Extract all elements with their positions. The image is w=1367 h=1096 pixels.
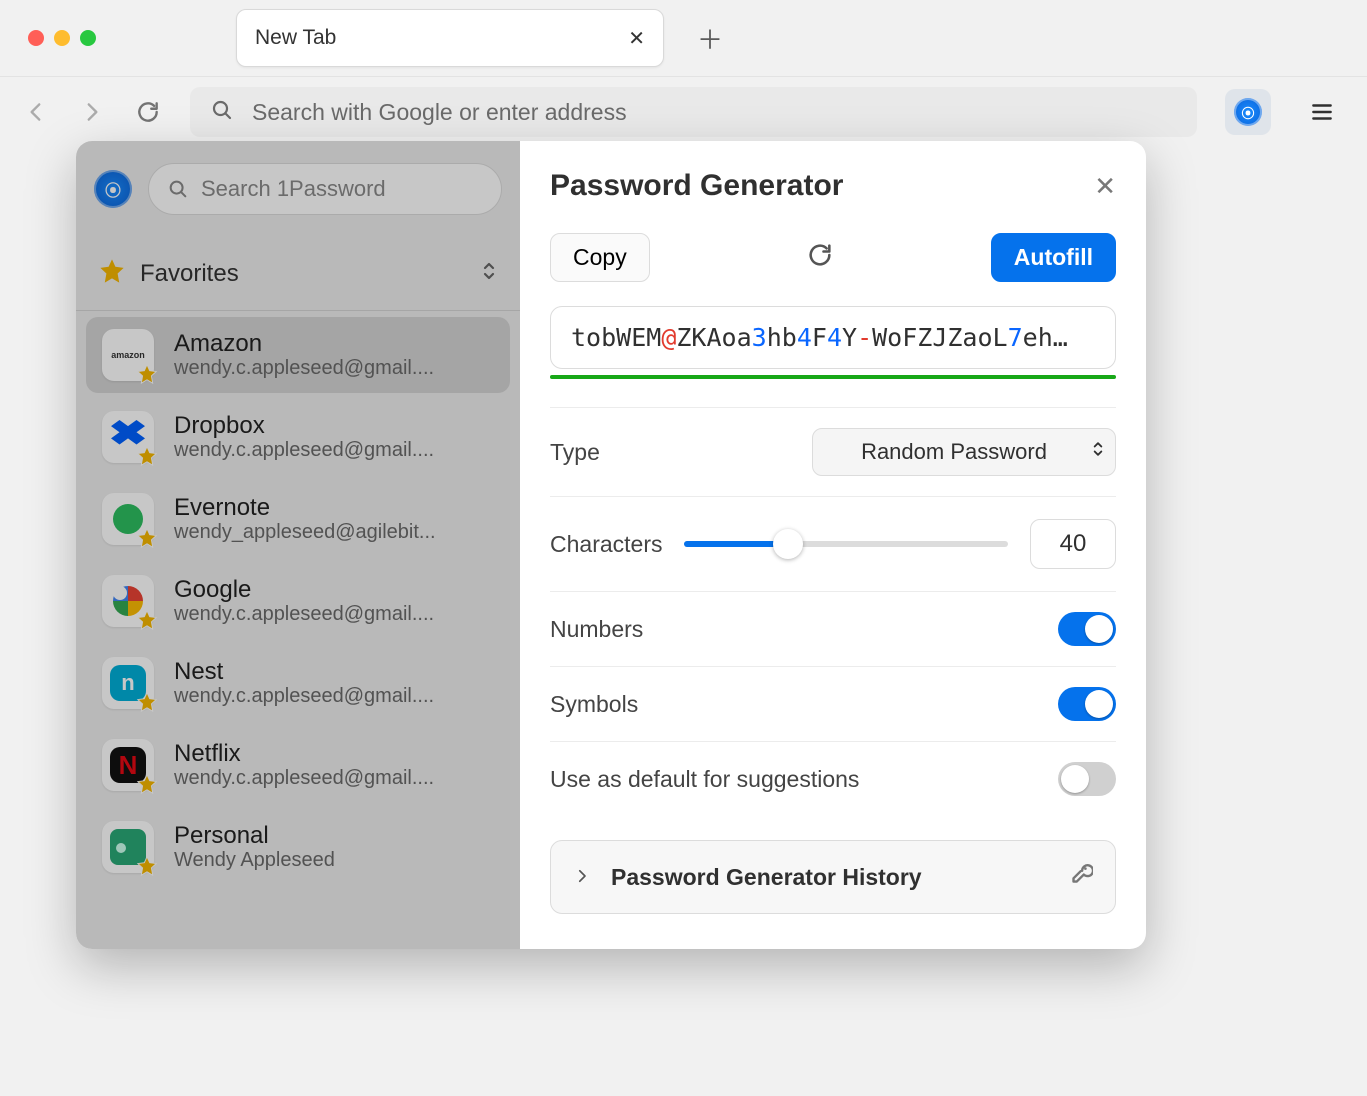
favorite-title: Amazon [174, 330, 494, 358]
numbers-toggle[interactable] [1058, 612, 1116, 646]
back-button[interactable] [22, 98, 50, 126]
password-strength-bar [550, 375, 1116, 379]
amazon-icon: amazon [102, 329, 154, 381]
favorite-subtitle: wendy.c.appleseed@gmail.... [174, 603, 494, 626]
favorite-subtitle: wendy.c.appleseed@gmail.... [174, 439, 494, 462]
favorite-item[interactable]: Googlewendy.c.appleseed@gmail.... [86, 563, 510, 639]
browser-tab[interactable]: New Tab ✕ [236, 9, 664, 67]
close-panel-button[interactable]: ✕ [1094, 171, 1116, 202]
reload-button[interactable] [134, 98, 162, 126]
favorite-title: Google [174, 576, 494, 604]
forward-button[interactable] [78, 98, 106, 126]
tab-title: New Tab [255, 26, 336, 50]
onepassword-icon[interactable]: ⦿ [94, 170, 132, 208]
tab-close-button[interactable]: ✕ [628, 26, 645, 51]
browser-toolbar: Search with Google or enter address ⦿ [0, 77, 1367, 147]
search-placeholder: Search 1Password [201, 176, 386, 202]
history-label: Password Generator History [611, 864, 922, 891]
panel-title: Password Generator [550, 169, 843, 203]
characters-value[interactable]: 40 [1030, 519, 1116, 569]
favorite-subtitle: wendy.c.appleseed@gmail.... [174, 357, 494, 380]
autofill-button[interactable]: Autofill [991, 233, 1116, 282]
onepassword-popup: ⦿ Search 1Password Favorites amazon Amazo… [76, 141, 1146, 949]
url-placeholder: Search with Google or enter address [252, 99, 627, 126]
app-menu-button[interactable] [1299, 89, 1345, 135]
sidebar-search-input[interactable]: Search 1Password [148, 163, 502, 215]
key-icon [1067, 861, 1093, 893]
favorite-subtitle: wendy.c.appleseed@gmail.... [174, 685, 494, 708]
onepassword-icon: ⦿ [1234, 98, 1262, 126]
favorite-title: Personal [174, 822, 494, 850]
favorite-subtitle: Wendy Appleseed [174, 849, 494, 872]
favorite-star-icon [136, 363, 158, 385]
type-value: Random Password [861, 439, 1047, 464]
symbols-label: Symbols [550, 691, 638, 718]
new-tab-button[interactable]: ＋ [690, 18, 730, 58]
window-minimize-button[interactable] [54, 30, 70, 46]
popup-sidebar: ⦿ Search 1Password Favorites amazon Amazo… [76, 141, 520, 949]
chevron-right-icon [573, 864, 591, 891]
sort-updown-icon[interactable] [480, 259, 498, 288]
password-generator-panel: Password Generator ✕ Copy Autofill tobWE… [520, 141, 1146, 949]
characters-slider[interactable] [684, 541, 1008, 547]
favorite-title: Dropbox [174, 412, 494, 440]
default-suggestions-label: Use as default for suggestions [550, 766, 859, 793]
netflix-icon: N [102, 739, 154, 791]
window-close-button[interactable] [28, 30, 44, 46]
google-icon [102, 575, 154, 627]
favorite-star-icon [136, 445, 158, 467]
default-suggestions-toggle[interactable] [1058, 762, 1116, 796]
favorite-item[interactable]: amazon Amazonwendy.c.appleseed@gmail.... [86, 317, 510, 393]
generated-password-field[interactable]: tobWEM@ZKAoa3hb4F4Y-WoFZJZaoL7eh… [550, 306, 1116, 369]
window-controls [28, 30, 96, 46]
favorite-item[interactable]: n Nestwendy.c.appleseed@gmail.... [86, 645, 510, 721]
type-label: Type [550, 439, 600, 466]
nest-icon: n [102, 657, 154, 709]
favorite-subtitle: wendy.c.appleseed@gmail.... [174, 767, 494, 790]
evernote-icon [102, 493, 154, 545]
password-history-button[interactable]: Password Generator History [550, 840, 1116, 914]
copy-button[interactable]: Copy [550, 233, 650, 282]
favorite-star-icon [136, 855, 158, 877]
onepassword-extension-button[interactable]: ⦿ [1225, 89, 1271, 135]
favorite-item[interactable]: Dropboxwendy.c.appleseed@gmail.... [86, 399, 510, 475]
favorite-item[interactable]: N Netflixwendy.c.appleseed@gmail.... [86, 727, 510, 803]
favorite-title: Evernote [174, 494, 494, 522]
type-select[interactable]: Random Password [812, 428, 1116, 476]
favorite-title: Nest [174, 658, 494, 686]
sidebar-header: ⦿ Search 1Password [76, 141, 520, 237]
window-zoom-button[interactable] [80, 30, 96, 46]
favorite-title: Netflix [174, 740, 494, 768]
chevron-updown-icon [1091, 439, 1105, 465]
regenerate-button[interactable] [806, 241, 834, 274]
favorites-list: amazonAmazonwendy.c.appleseed@gmail....D… [76, 311, 520, 949]
characters-label: Characters [550, 531, 662, 558]
url-bar[interactable]: Search with Google or enter address [190, 87, 1197, 137]
symbols-toggle[interactable] [1058, 687, 1116, 721]
favorite-star-icon [136, 691, 158, 713]
favorite-star-icon [136, 527, 158, 549]
favorite-subtitle: wendy_appleseed@agilebit... [174, 521, 494, 544]
personal-icon [102, 821, 154, 873]
numbers-label: Numbers [550, 616, 643, 643]
favorite-item[interactable]: PersonalWendy Appleseed [86, 809, 510, 885]
dropbox-icon [102, 411, 154, 463]
favorite-star-icon [136, 773, 158, 795]
search-icon [210, 98, 234, 127]
section-title: Favorites [140, 260, 239, 288]
favorite-item[interactable]: Evernotewendy_appleseed@agilebit... [86, 481, 510, 557]
favorite-star-icon [136, 609, 158, 631]
browser-window: New Tab ✕ ＋ Search with Google or enter … [0, 0, 1367, 1096]
favorites-section-header[interactable]: Favorites [76, 237, 520, 311]
star-icon [98, 257, 126, 290]
tab-strip: New Tab ✕ ＋ [0, 0, 1367, 77]
slider-thumb[interactable] [773, 529, 803, 559]
